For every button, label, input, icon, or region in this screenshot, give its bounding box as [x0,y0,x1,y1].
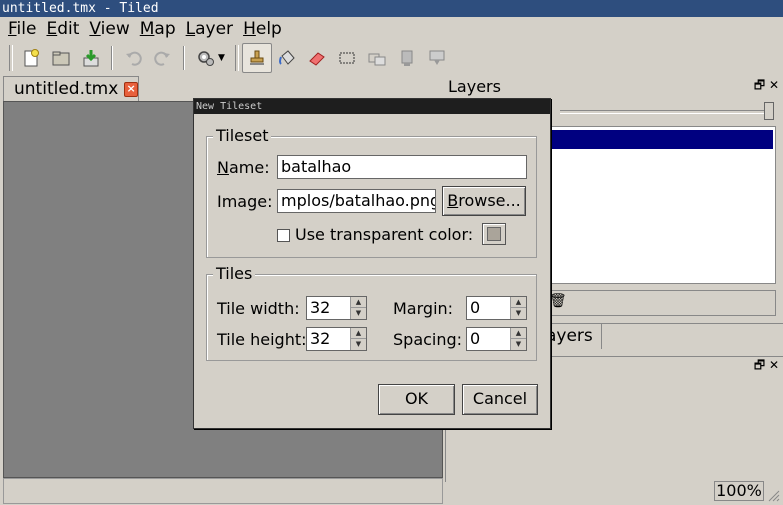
transparent-color-button[interactable] [482,223,506,245]
commands-button[interactable]: ▼ [190,43,232,73]
tiles-group-label: Tiles [213,264,256,283]
spacing-label: Spacing: [393,330,463,349]
redo-icon [154,51,170,66]
spacing-value: 0 [470,329,481,348]
menu-help[interactable]: Help [239,19,286,39]
spacing-spinbox[interactable]: 0 ▲ ▼ [466,327,527,351]
menu-map[interactable]: Map [136,19,180,39]
tile-width-spinbox[interactable]: 32 ▲ ▼ [306,296,367,320]
menu-view[interactable]: View [85,19,133,39]
zoom-level: 100% [714,481,764,501]
name-label: Name: [217,158,270,177]
eraser-icon [309,52,325,66]
insert-object-button[interactable] [362,43,392,73]
redo-button[interactable] [148,43,178,73]
tile-width-label: Tile width: [217,299,300,318]
bucket-fill-icon [279,50,295,65]
new-tileset-dialog: New Tileset Tileset Name: batalhao Image… [193,98,551,429]
color-swatch [487,227,501,241]
tile-height-spinbox[interactable]: 32 ▲ ▼ [306,327,367,351]
toolbar-grip[interactable] [235,45,239,71]
gears-icon [198,51,215,66]
save-icon [83,50,99,67]
opacity-slider-track [560,110,772,114]
close-icon[interactable]: × [124,81,138,97]
menubar: File Edit View Map Layer Help [0,17,783,41]
name-field[interactable]: batalhao [277,155,527,179]
chevron-down-icon: ▼ [218,53,225,63]
stamp-icon [250,50,264,65]
tile-object-icon [401,50,413,66]
new-map-button[interactable] [16,43,46,73]
dialog-title: New Tileset [194,99,550,114]
toolbar-separator [111,46,113,70]
polygon-button[interactable] [422,43,452,73]
trash-icon[interactable]: 🗑 [549,293,567,309]
open-button[interactable] [46,43,76,73]
transparent-color-label: Use transparent color: [295,225,474,244]
ok-button[interactable]: OK [378,384,455,415]
bucket-fill-button[interactable] [272,43,302,73]
horizontal-scrollbar[interactable] [3,478,443,504]
rect-select-button[interactable] [332,43,362,73]
layers-dock-title: Layers 🗗 ✕ [447,76,783,96]
folder-open-icon [52,51,70,66]
undo-button[interactable] [118,43,148,73]
menu-file[interactable]: File [4,19,40,39]
layers-dock-label: Layers [448,76,501,96]
resize-grip-icon[interactable] [766,488,780,502]
margin-spinbox[interactable]: 0 ▲ ▼ [466,296,527,320]
spin-arrows[interactable]: ▲ ▼ [510,297,526,319]
menu-edit[interactable]: Edit [42,19,83,39]
menu-layer[interactable]: Layer [182,19,237,39]
spin-arrows[interactable]: ▲ ▼ [510,328,526,350]
spin-arrows[interactable]: ▲ ▼ [350,297,366,319]
dock-float-close-icon[interactable]: 🗗 ✕ [754,356,779,377]
tile-height-value: 32 [310,329,331,348]
transparent-color-checkbox[interactable] [277,229,290,242]
browse-button[interactable]: Browse... [442,186,526,216]
tile-width-value: 32 [310,298,331,317]
dock-float-close-icon[interactable]: 🗗 ✕ [754,76,779,97]
tiles-group: Tiles Tile width: 32 ▲ ▼ Tile height: 32 … [206,264,537,361]
tileset-group: Tileset Name: batalhao Image: mplos/bata… [206,126,537,258]
rectangle-select-icon [339,52,355,64]
opacity-slider-handle[interactable] [764,102,774,120]
eraser-button[interactable] [302,43,332,73]
toolbar-grip[interactable] [9,45,13,71]
stamp-brush-button[interactable] [242,43,272,73]
tile-object-button[interactable] [392,43,422,73]
cancel-button[interactable]: Cancel [462,384,538,415]
save-button[interactable] [76,43,106,73]
undo-icon [126,51,142,66]
objects-icon [368,53,386,66]
margin-value: 0 [470,298,481,317]
new-file-icon [24,49,39,67]
tab-untitled[interactable]: untitled.tmx × [3,76,139,101]
spin-arrows[interactable]: ▲ ▼ [350,328,366,350]
margin-label: Margin: [393,299,454,318]
tile-height-label: Tile height: [217,330,307,349]
main-toolbar: ▼ [0,41,783,75]
window-title: untitled.tmx - Tiled [0,0,783,17]
image-label: Image: [217,192,273,211]
polygon-icon [429,50,445,65]
toolbar-separator [183,46,185,70]
tab-label: untitled.tmx [14,79,119,99]
image-path-field[interactable]: mplos/batalhao.png [277,189,436,213]
tileset-group-label: Tileset [213,126,272,145]
